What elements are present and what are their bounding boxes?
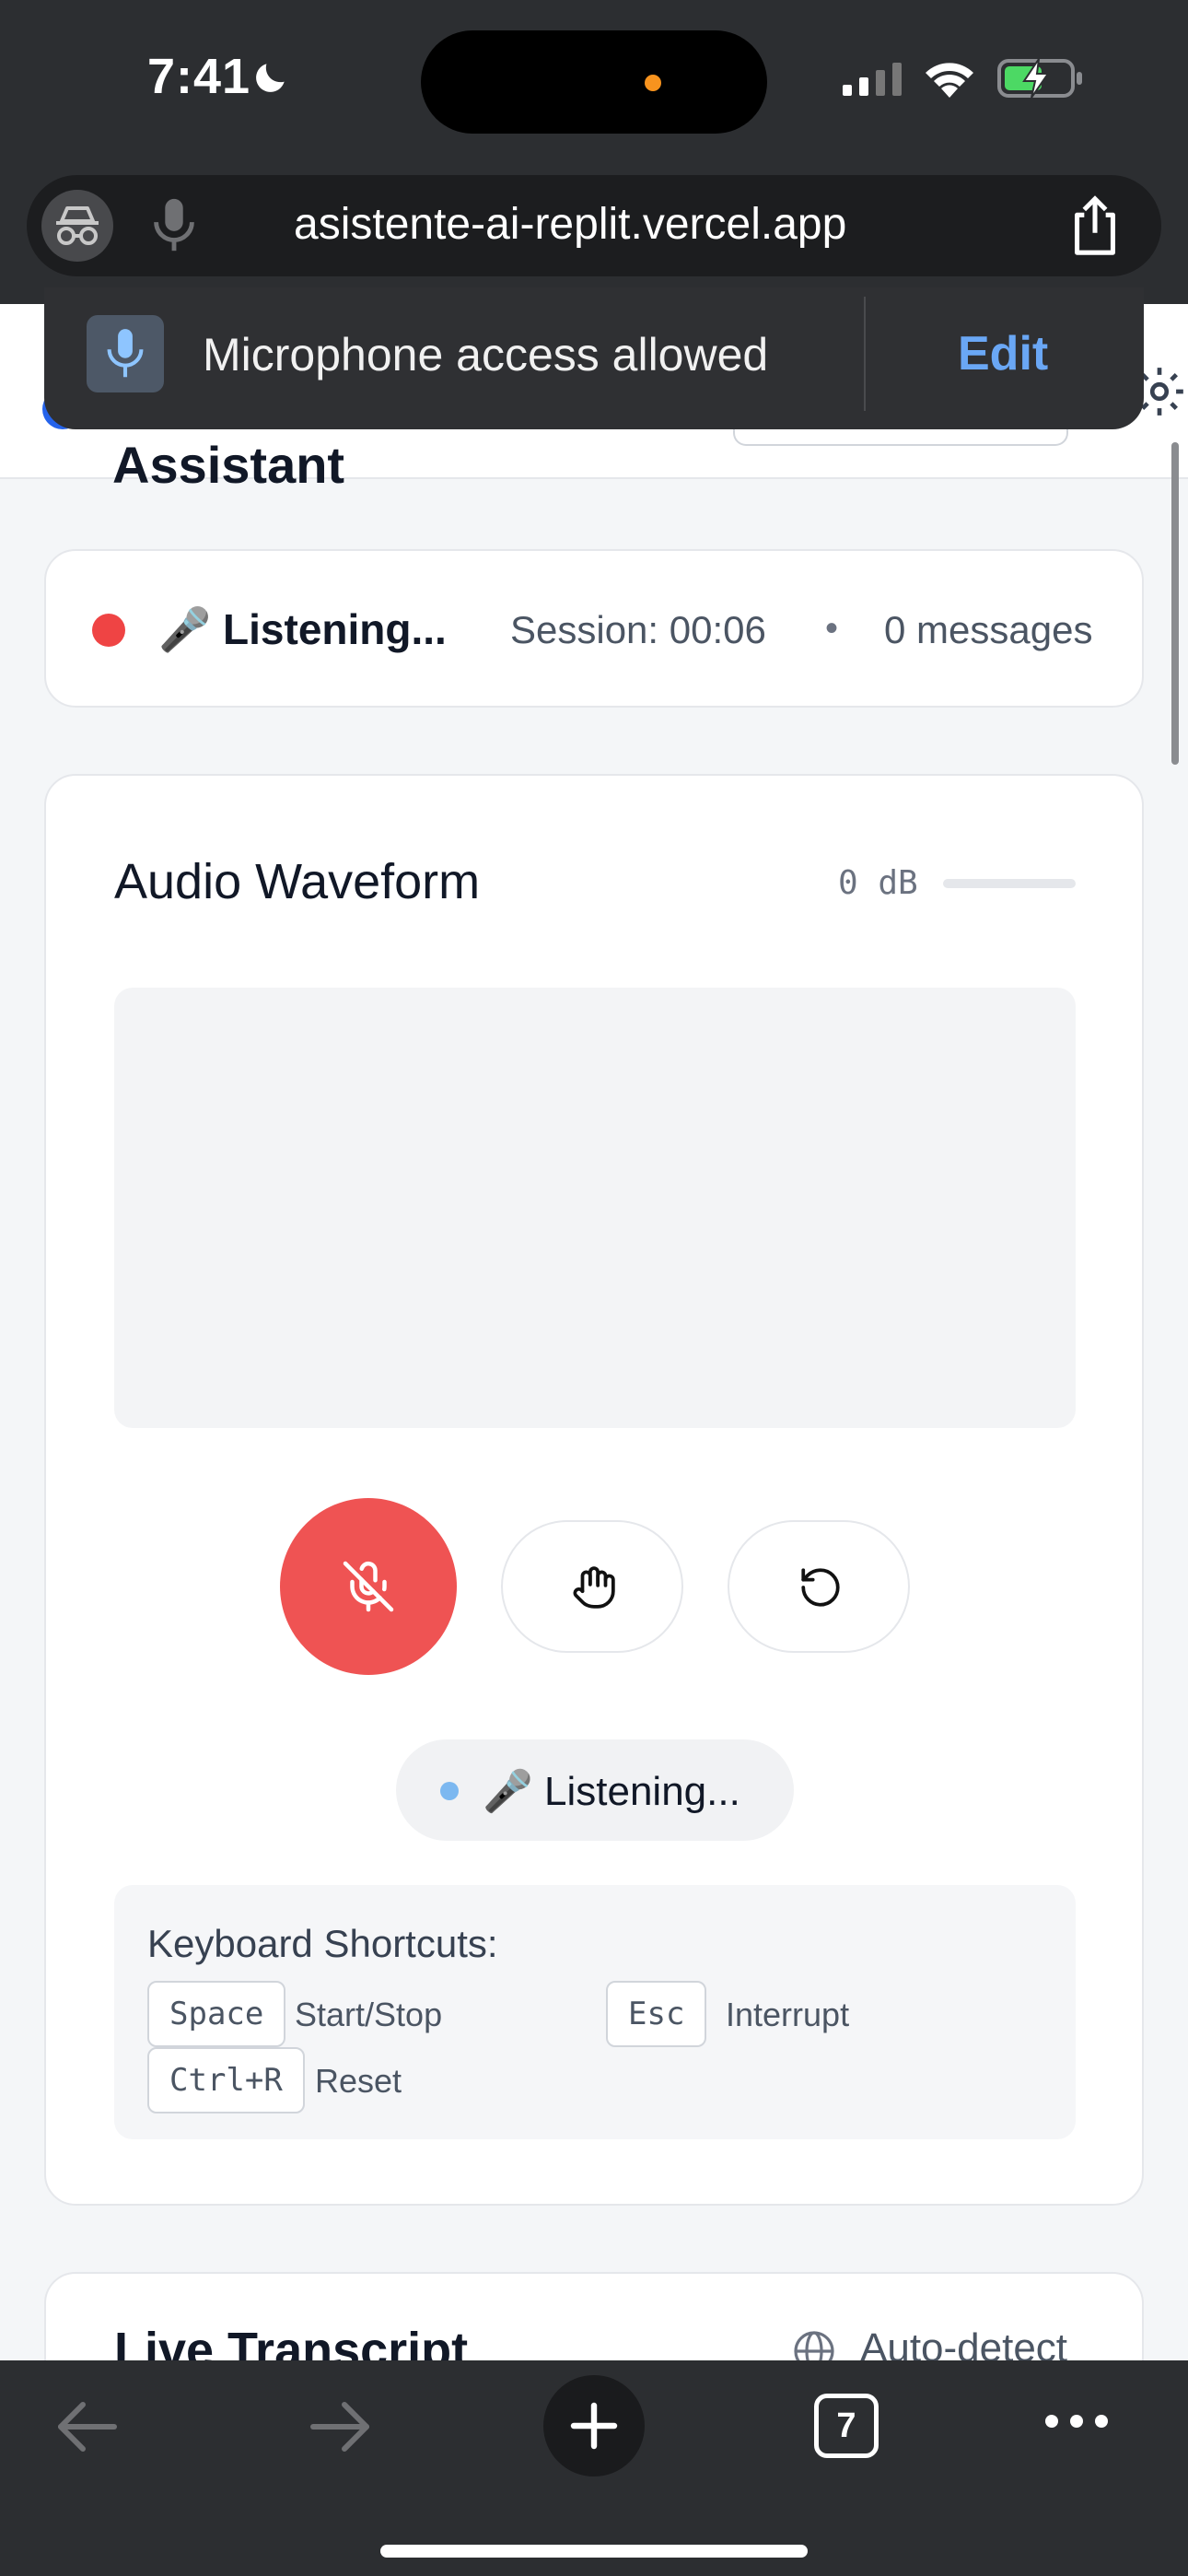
url-text[interactable]: asistente-ai-replit.vercel.app [294,199,846,250]
home-indicator[interactable] [380,2545,808,2558]
db-level-label: 0 dB [838,864,918,902]
session-status-card: 🎤 Listening... Session: 00:06 • 0 messag… [44,549,1144,708]
mic-in-use-dot [645,75,661,91]
share-icon[interactable] [1066,193,1124,258]
dynamic-island [421,30,767,134]
browser-bottom-toolbar: 7 [0,2360,1188,2576]
microphone-badge [87,315,164,392]
reset-button[interactable] [728,1520,910,1653]
microphone-icon [107,329,144,378]
shortcut-desc-interrupt: Interrupt [726,1996,850,2033]
forward-arrow-icon[interactable] [306,2397,374,2456]
session-timer: Session: 00:06 [510,608,766,651]
battery-charging-icon [997,58,1082,99]
shortcut-desc-reset: Reset [315,2062,402,2100]
plus-icon [570,2402,618,2450]
more-options-icon[interactable] [1042,2410,1111,2432]
shortcut-desc-start-stop: Start/Stop [295,1996,443,2033]
page-scrollbar[interactable] [1171,442,1179,765]
shortcut-key-space: Space [147,1981,286,2047]
page-title: Assistant [112,436,345,494]
microphone-icon[interactable] [146,195,202,256]
waveform-title: Audio Waveform [114,854,481,909]
browser-top-chrome: 7:41 asistente-ai-replit.vercel.app [0,0,1188,304]
listening-badge-label: 🎤 Listening... [483,1769,740,1814]
tab-switcher-button[interactable]: 7 [814,2394,879,2458]
listening-badge: 🎤 Listening... [396,1739,794,1841]
shortcut-key-esc: Esc [606,1981,707,2047]
audio-waveform-card: Audio Waveform 0 dB 🎤 Listening... Keybo [44,774,1144,2206]
hand-icon [573,1566,615,1609]
divider [864,297,866,411]
listening-dot [440,1782,459,1800]
permission-message: Microphone access allowed [203,329,769,381]
wifi-icon [926,63,973,98]
incognito-icon [56,206,99,245]
focus-moon-icon [256,64,285,92]
waveform-canvas [114,988,1076,1428]
permission-edit-button[interactable]: Edit [958,326,1048,381]
mute-toggle-button[interactable] [280,1498,457,1675]
keyboard-shortcuts-panel: Keyboard Shortcuts: Space Start/Stop Esc… [114,1885,1076,2139]
shortcuts-title: Keyboard Shortcuts: [147,1922,498,1965]
status-time: 7:41 [147,49,251,104]
db-level-meter [943,879,1076,888]
new-tab-button[interactable] [543,2375,645,2476]
message-count: 0 messages [884,608,1093,651]
separator-dot: • [825,608,839,649]
shortcut-key-ctrl-r: Ctrl+R [147,2047,305,2113]
cellular-signal-icon [843,63,902,96]
address-bar[interactable]: asistente-ai-replit.vercel.app [27,175,1161,276]
mic-off-icon [343,1561,394,1612]
listening-status: 🎤 Listening... [158,605,447,653]
back-arrow-icon[interactable] [53,2397,122,2456]
interrupt-button[interactable] [501,1520,683,1653]
private-browsing-button[interactable] [41,190,113,262]
reset-icon [801,1568,840,1607]
microphone-permission-banner: Microphone access allowed Edit [44,287,1144,429]
recording-indicator [92,614,125,647]
